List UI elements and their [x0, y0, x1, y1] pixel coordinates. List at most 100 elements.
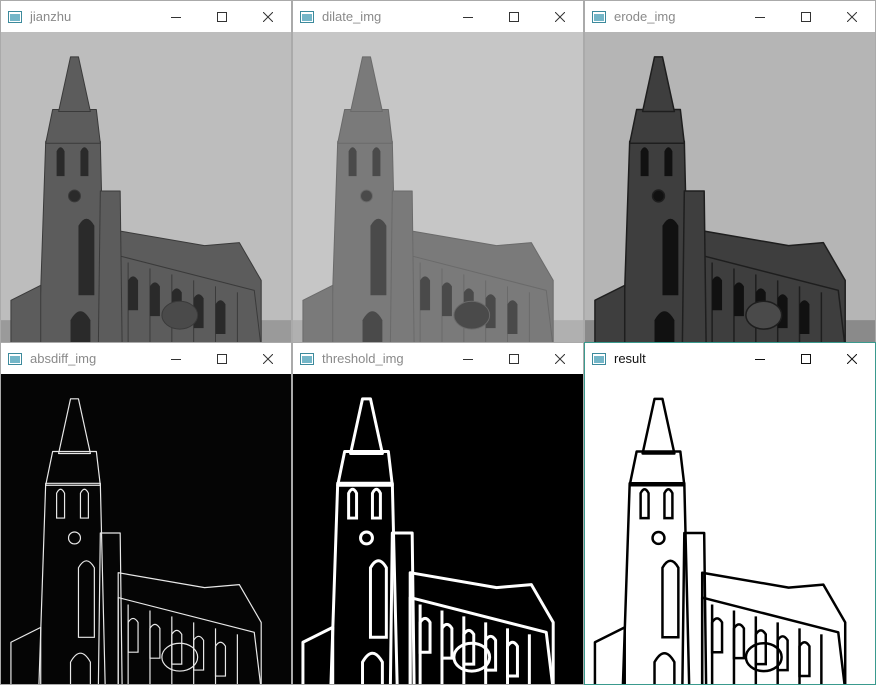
- maximize-icon: [217, 353, 227, 364]
- minimize-icon: [463, 16, 473, 18]
- close-button[interactable]: [245, 343, 291, 374]
- window-dilate-img[interactable]: dilate_img: [292, 0, 584, 343]
- minimize-icon: [755, 358, 765, 360]
- maximize-icon: [801, 11, 811, 22]
- maximize-icon: [509, 353, 519, 364]
- titlebar[interactable]: jianzhu: [1, 1, 291, 32]
- window-arch: [799, 300, 810, 335]
- minimize-button[interactable]: [737, 343, 783, 374]
- titlebar[interactable]: erode_img: [585, 1, 875, 32]
- cathedral-image: [585, 32, 875, 342]
- window-arch: [70, 311, 91, 342]
- close-button[interactable]: [829, 1, 875, 32]
- side-turret: [681, 190, 707, 342]
- image-canvas: [585, 32, 875, 342]
- maximize-button[interactable]: [491, 1, 537, 32]
- close-icon: [847, 353, 857, 364]
- close-icon: [847, 11, 857, 22]
- window-arch: [507, 300, 518, 335]
- close-button[interactable]: [829, 343, 875, 374]
- image-canvas: [1, 374, 291, 684]
- window-arch: [56, 147, 65, 177]
- maximize-icon: [217, 11, 227, 22]
- window-jianzhu[interactable]: jianzhu: [0, 0, 292, 343]
- image-canvas: [293, 374, 583, 684]
- minimize-button[interactable]: [737, 1, 783, 32]
- tower: [38, 140, 106, 342]
- minimize-button[interactable]: [153, 343, 199, 374]
- image-canvas: [1, 32, 291, 342]
- window-arch: [128, 276, 139, 311]
- window-arch: [362, 311, 383, 342]
- window-arch: [348, 147, 357, 177]
- window-title: dilate_img: [322, 9, 382, 24]
- maximize-button[interactable]: [199, 343, 245, 374]
- window-absdiff-img[interactable]: absdiff_img: [0, 342, 292, 685]
- maximize-button[interactable]: [783, 1, 829, 32]
- cathedral-image: [1, 374, 291, 684]
- close-icon: [555, 11, 565, 22]
- tower-clock: [68, 189, 81, 203]
- window-arch: [149, 282, 160, 317]
- titlebar[interactable]: dilate_img: [293, 1, 583, 32]
- titlebar[interactable]: threshold_img: [293, 343, 583, 374]
- window-erode-img[interactable]: erode_img: [584, 0, 876, 343]
- window-arch: [733, 282, 744, 317]
- tree: [161, 300, 199, 330]
- window-result[interactable]: result: [584, 342, 876, 685]
- window-title: result: [614, 351, 646, 366]
- minimize-icon: [171, 358, 181, 360]
- window-arch: [80, 147, 89, 177]
- side-turret: [389, 190, 415, 342]
- app-icon: [8, 10, 22, 23]
- titlebar[interactable]: absdiff_img: [1, 343, 291, 374]
- maximize-icon: [801, 353, 811, 364]
- cathedral-image: [1, 32, 291, 342]
- window-arch: [662, 218, 679, 296]
- close-button[interactable]: [245, 1, 291, 32]
- cathedral-image: [585, 374, 875, 684]
- minimize-icon: [463, 358, 473, 360]
- window-title: threshold_img: [322, 351, 404, 366]
- tower-top: [45, 109, 101, 144]
- window-arch: [215, 300, 226, 335]
- window-arch: [664, 147, 673, 177]
- close-icon: [555, 353, 565, 364]
- window-arch: [370, 218, 387, 296]
- app-icon: [592, 352, 606, 365]
- tower: [330, 140, 398, 342]
- cathedral-image: [293, 374, 583, 684]
- window-title: jianzhu: [30, 9, 72, 24]
- window-arch: [372, 147, 381, 177]
- maximize-button[interactable]: [491, 343, 537, 374]
- tower-clock: [360, 189, 373, 203]
- cathedral-image: [293, 32, 583, 342]
- tower-top: [628, 108, 686, 145]
- close-button[interactable]: [537, 1, 583, 32]
- app-icon: [300, 352, 314, 365]
- window-arch: [640, 147, 649, 177]
- minimize-button[interactable]: [445, 343, 491, 374]
- minimize-button[interactable]: [445, 1, 491, 32]
- window-arch: [654, 311, 675, 342]
- tower: [622, 140, 690, 342]
- tower-top: [337, 109, 393, 144]
- maximize-button[interactable]: [199, 1, 245, 32]
- window-title: erode_img: [614, 9, 676, 24]
- close-button[interactable]: [537, 343, 583, 374]
- minimize-icon: [755, 16, 765, 18]
- tree: [745, 300, 783, 330]
- close-icon: [263, 11, 273, 22]
- maximize-button[interactable]: [783, 343, 829, 374]
- window-threshold-img[interactable]: threshold_img: [292, 342, 584, 685]
- titlebar[interactable]: result: [585, 343, 875, 374]
- window-arch: [420, 276, 431, 311]
- window-arch: [78, 218, 95, 296]
- tower-clock: [651, 189, 666, 203]
- image-canvas: [293, 32, 583, 342]
- app-icon: [8, 352, 22, 365]
- window-arch: [712, 276, 723, 311]
- minimize-button[interactable]: [153, 1, 199, 32]
- close-icon: [263, 353, 273, 364]
- tree: [453, 300, 491, 330]
